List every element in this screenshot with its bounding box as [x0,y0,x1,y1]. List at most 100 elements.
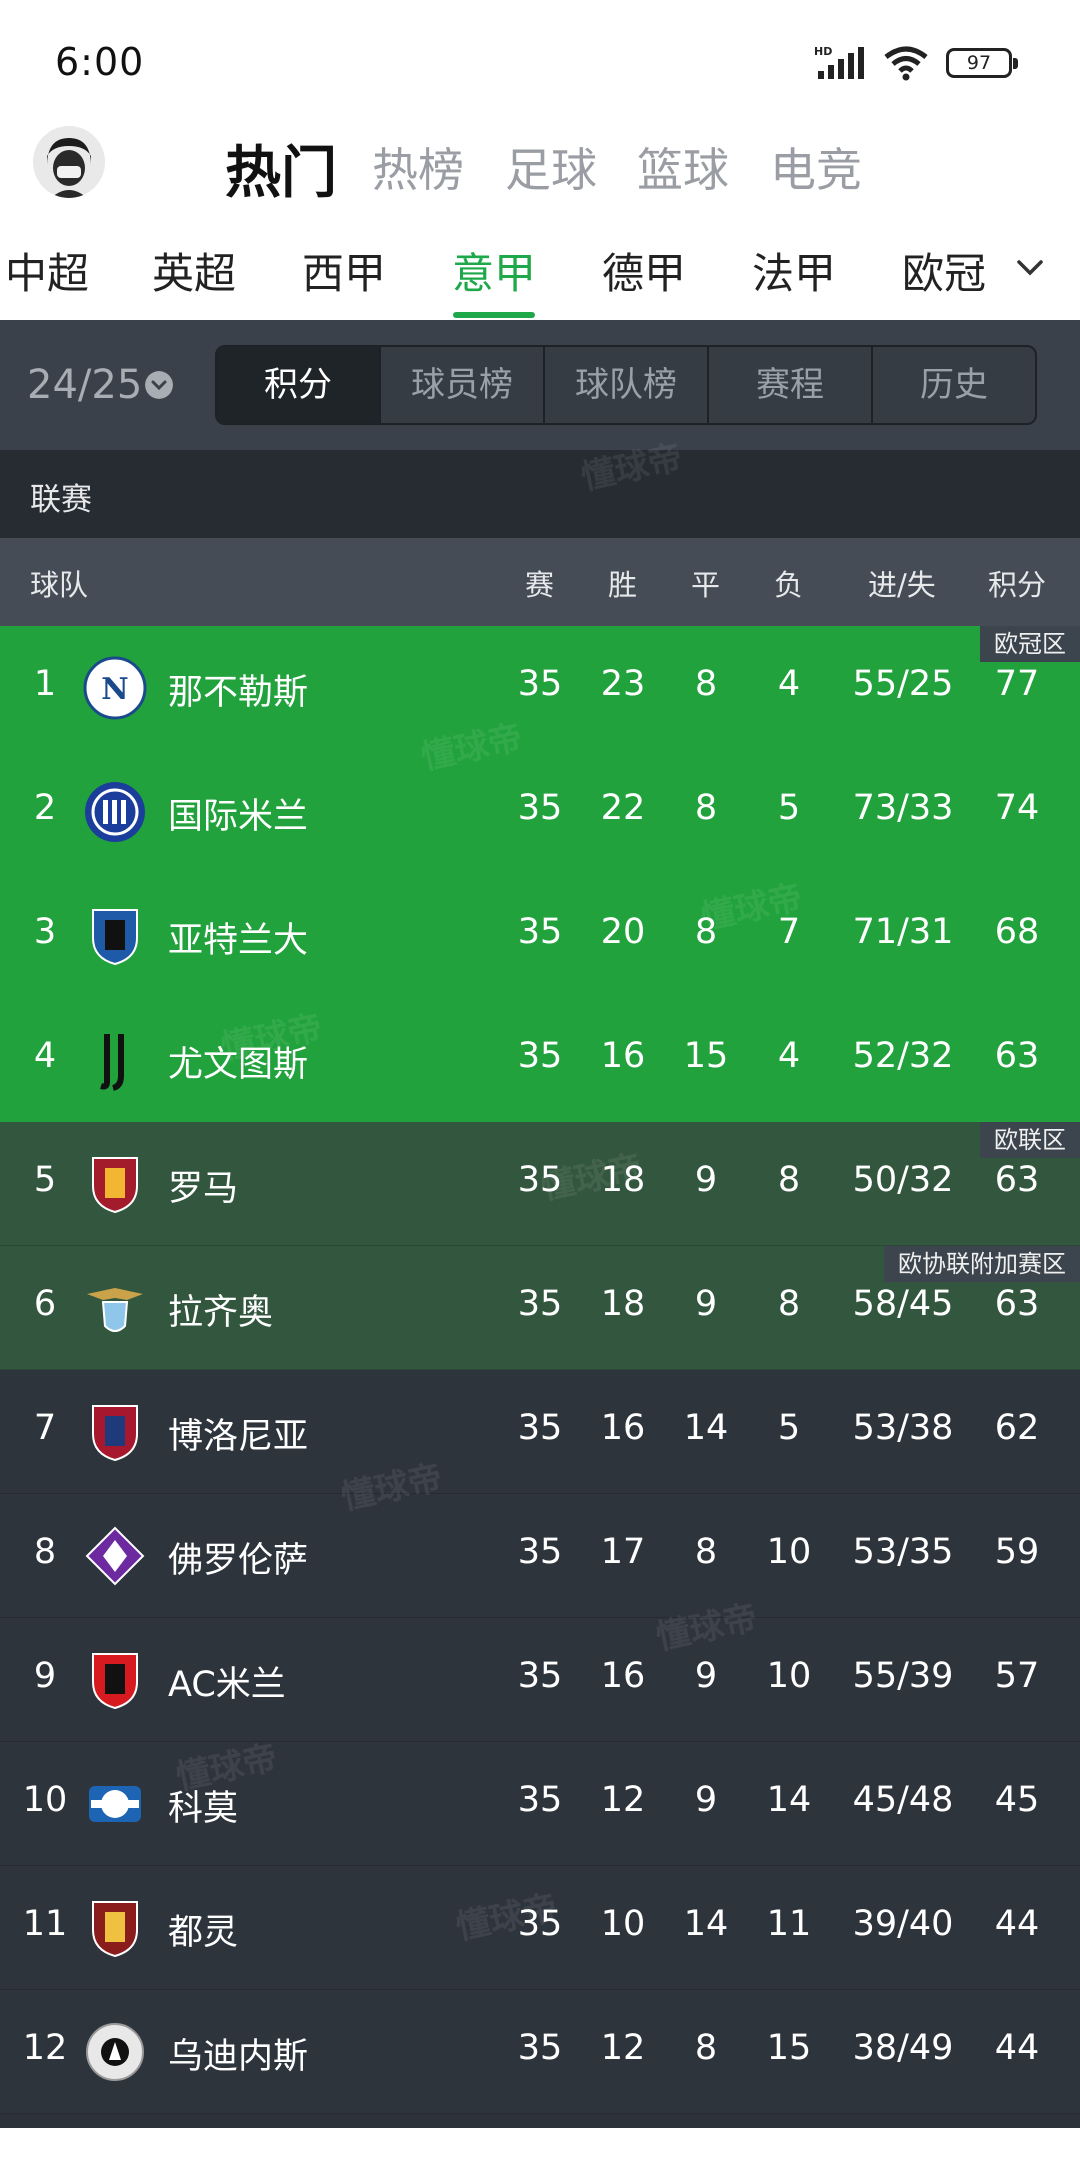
stat-goals: 50/32 [852,1160,954,1200]
table-row[interactable]: 3 亚特兰大 35 20 8 7 71/31 68 [0,874,1080,998]
svg-text:N: N [101,672,128,707]
tab-hot[interactable]: 热门 [225,128,337,209]
team-badge-icon [92,1653,138,1710]
stat-draw: 15 [683,1036,729,1076]
team-badge-icon [92,1405,138,1462]
stat-goals: 58/45 [852,1284,954,1324]
league-tab-ucl[interactable]: 欧冠 [902,240,986,301]
league-tab-bundesliga[interactable]: 德甲 [602,240,686,301]
rank-number: 7 [33,1408,57,1448]
table-row[interactable]: 12 乌迪内斯 35 12 8 15 38/49 44 [0,1990,1080,2114]
zone-tag: 欧联区 [980,1122,1080,1158]
segment-team-rank[interactable]: 球队榜 [543,347,707,423]
tab-hot-list[interactable]: 热榜 [372,134,464,200]
team-badge-icon [86,2023,144,2081]
avatar[interactable] [33,126,105,198]
stat-loss: 10 [766,1532,812,1572]
stat-draw: 9 [694,1160,718,1200]
table-row[interactable]: 4 尤文图斯 35 16 15 4 52/32 63 [0,998,1080,1122]
team-badge-icon [100,1034,124,1091]
stat-played: 35 [517,1656,563,1696]
rank-number: 8 [33,1532,57,1572]
active-tab-indicator [453,312,535,318]
stat-goals: 55/39 [852,1656,954,1696]
stat-loss: 4 [777,664,801,704]
table-row[interactable]: 2 国际米兰 35 22 8 5 73/33 74 [0,750,1080,874]
stat-win: 23 [600,664,646,704]
stat-points: 77 [994,664,1040,704]
stat-played: 35 [517,1532,563,1572]
rank-number: 1 [33,664,57,704]
chevron-down-circle-icon[interactable] [145,371,173,399]
stat-played: 35 [517,912,563,952]
segment-control: 积分 球员榜 球队榜 赛程 历史 [215,345,1037,425]
stat-loss: 15 [766,2028,812,2068]
stat-played: 35 [517,2028,563,2068]
team-badge-icon: N [83,656,147,720]
zone-tag: 欧冠区 [980,626,1080,662]
stat-draw: 9 [694,1284,718,1324]
stat-loss: 5 [777,788,801,828]
table-row[interactable]: 6 拉齐奥 35 18 9 8 58/45 63 欧协联附加赛区 [0,1246,1080,1370]
col-played: 赛 [525,568,555,602]
segment-standings[interactable]: 积分 [217,347,379,423]
col-loss: 负 [774,568,804,602]
stat-loss: 10 [766,1656,812,1696]
rank-number: 3 [33,912,57,952]
rank-number: 5 [33,1160,57,1200]
section-label: 联赛 [30,482,92,518]
stat-played: 35 [517,1408,563,1448]
battery-icon: 97 [946,48,1018,78]
team-badge-icon [87,1288,143,1332]
segment-player-rank[interactable]: 球员榜 [379,347,543,423]
league-tab-ligue1[interactable]: 法甲 [752,240,836,301]
segment-history[interactable]: 历史 [871,347,1035,423]
league-tab-seriea[interactable]: 意甲 [452,240,536,301]
stat-points: 63 [994,1284,1040,1324]
stat-draw: 8 [694,664,718,704]
team-badge-icon [92,909,138,966]
tab-football[interactable]: 足球 [505,134,597,200]
team-badge-icon [89,1786,141,1822]
team-name: 罗马 [168,1169,239,1209]
stat-draw: 8 [694,2028,718,2068]
segment-schedule[interactable]: 赛程 [707,347,871,423]
rank-number: 10 [22,1780,68,1820]
stat-points: 45 [994,1780,1040,1820]
stat-goals: 38/49 [852,2028,954,2068]
table-row[interactable]: 8 佛罗伦萨 35 17 8 10 53/35 59 [0,1494,1080,1618]
svg-text:HD: HD [814,45,832,58]
table-row[interactable]: 1 N 那不勒斯 35 23 8 4 55/25 77 欧冠区 [0,626,1080,750]
stat-points: 44 [994,1904,1040,1944]
tab-esports[interactable]: 电竞 [770,134,862,200]
stat-goals: 55/25 [852,664,954,704]
season-selector[interactable]: 24/25 [27,362,142,408]
team-name: AC米兰 [168,1665,286,1705]
chevron-down-icon[interactable] [1015,253,1045,283]
team-badge-icon [92,1901,138,1958]
stat-win: 17 [600,1532,646,1572]
table-row[interactable]: 7 博洛尼亚 35 16 14 5 53/38 62 [0,1370,1080,1494]
col-goals: 进/失 [868,568,936,602]
table-row[interactable]: 10 科莫 35 12 9 14 45/48 45 [0,1742,1080,1866]
stat-draw: 14 [683,1408,729,1448]
team-badge-icon [85,782,145,842]
stat-points: 59 [994,1532,1040,1572]
stat-goals: 73/33 [852,788,954,828]
stat-draw: 9 [694,1780,718,1820]
table-row[interactable]: 9 AC米兰 35 16 9 10 55/39 57 [0,1618,1080,1742]
team-name: 那不勒斯 [168,673,309,713]
stat-win: 20 [600,912,646,952]
col-win: 胜 [608,568,638,602]
table-column-header: 球队 赛 胜 平 负 进/失 积分 [0,538,1080,626]
stat-played: 35 [517,1284,563,1324]
league-tab-epl[interactable]: 英超 [152,240,236,301]
league-tab-laliga[interactable]: 西甲 [302,240,386,301]
tab-basketball[interactable]: 篮球 [637,134,729,200]
stat-win: 16 [600,1656,646,1696]
league-tab-csl[interactable]: 中超 [5,240,89,301]
stat-played: 35 [517,664,563,704]
stat-goals: 53/38 [852,1408,954,1448]
top-nav: 热门 热榜 足球 篮球 电竞 中超 英超 西甲 意甲 德甲 法甲 欧冠 [0,120,1080,320]
stat-points: 63 [994,1160,1040,1200]
